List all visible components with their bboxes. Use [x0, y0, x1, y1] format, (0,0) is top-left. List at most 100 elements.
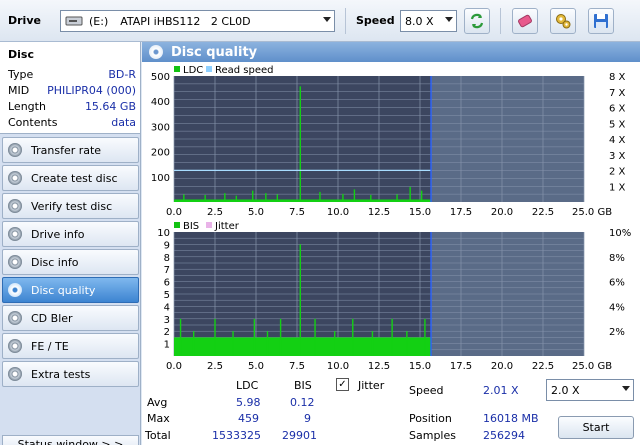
y-tick-label: 300 [151, 122, 170, 133]
toolbar-divider [345, 8, 346, 34]
bis-bar [424, 318, 426, 356]
speed-stat-value: 2.01 X [483, 384, 519, 397]
stats-bis-total: 29901 [282, 429, 317, 442]
y-tick-label: 7 [164, 265, 170, 276]
gears-icon [556, 14, 571, 29]
y2-tick-label: 4 X [609, 135, 626, 146]
y2-tick-label: 8 X [609, 72, 626, 83]
drive-name: ATAPI iHBS112 2 CL0D [120, 14, 251, 28]
disc-row-mid: MID PHILIPR04 (000) [8, 84, 136, 99]
disc-icon [8, 311, 22, 325]
nav-drive-info[interactable]: Drive info [2, 221, 139, 247]
nav-label: Drive info [31, 227, 85, 241]
ldc-bar [409, 186, 411, 202]
y2-tick-label: 8% [609, 253, 625, 264]
nav-label: FE / TE [31, 339, 69, 353]
erase-button[interactable] [512, 8, 538, 34]
disc-row-label: Contents [8, 116, 58, 129]
nav-disc-info[interactable]: Disc info [2, 249, 139, 275]
panel-header: Disc quality [142, 42, 640, 62]
nav-extra-tests[interactable]: Extra tests [2, 361, 139, 387]
y-tick-label: 6 [164, 278, 170, 289]
refresh-button[interactable] [464, 8, 490, 34]
bis-bar [214, 318, 216, 356]
legend-label: Read speed [215, 65, 274, 76]
disc-icon [8, 199, 22, 213]
x-tick-label: 22.5 [532, 361, 554, 372]
x-tick-label: 7.5 [289, 207, 305, 218]
legend-swatch [174, 222, 180, 228]
disc-icon [8, 227, 22, 241]
save-button[interactable] [588, 8, 614, 34]
y-tick-label: 400 [151, 97, 170, 108]
x-tick-label: 5.0 [248, 361, 264, 372]
nav-transfer-rate[interactable]: Transfer rate [2, 137, 139, 163]
bis-bar [391, 318, 393, 356]
ldc-bar [174, 199, 431, 202]
y2-tick-label: 3 X [609, 151, 626, 162]
bis-bar [314, 318, 316, 356]
nav-verify-test-disc[interactable]: Verify test disc [2, 193, 139, 219]
ldc-bar [183, 194, 185, 202]
test-speed-value: 2.0 X [551, 383, 580, 397]
disc-quality-icon [149, 45, 163, 59]
x-tick-label: 0.0 [166, 361, 182, 372]
position-label: Position [409, 412, 452, 425]
disc-row-value: PHILIPR04 (000) [47, 84, 136, 97]
start-button[interactable]: Start [558, 416, 634, 439]
test-speed-select[interactable]: 2.0 X [546, 379, 634, 401]
nav-label: Disc quality [31, 283, 96, 297]
jitter-checkbox[interactable]: ✓ [336, 378, 349, 391]
options-button[interactable] [550, 8, 576, 34]
nav-create-test-disc[interactable]: Create test disc [2, 165, 139, 191]
y-tick-label: 4 [164, 302, 170, 313]
refresh-icon [470, 13, 484, 29]
legend-label: LDC [183, 65, 203, 76]
drive-icon [65, 16, 83, 26]
disc-row-type: Type BD-R [8, 68, 136, 83]
nav-label: CD Bler [31, 311, 73, 325]
y-tick-label: 9 [164, 240, 170, 251]
ldc-bar [276, 194, 279, 202]
nav-disc-quality[interactable]: Disc quality [2, 277, 139, 303]
disc-row-length: Length 15.64 GB [8, 100, 136, 115]
disc-title: Disc [8, 48, 34, 61]
ldc-bar [204, 194, 206, 202]
bis-bar [406, 331, 408, 356]
drive-letter: (E:) [89, 14, 109, 28]
stats-col-ldc: LDC [236, 379, 259, 392]
disc-row-label: Length [8, 100, 46, 113]
bis-chart: BIS Jitter 1 23 456 78 910 2% 4% 6% 8% 10% 0.0 2.5 5.0… [157, 221, 631, 372]
nav-cd-bler[interactable]: CD Bler [2, 305, 139, 331]
ldc-bar [353, 189, 356, 202]
x-tick-label: 20.0 [491, 207, 513, 218]
chevron-down-icon [323, 17, 331, 22]
speed-select[interactable]: 8.0 X [400, 10, 457, 32]
ldc-bar [370, 194, 372, 202]
legend-swatch [174, 66, 180, 72]
drive-select[interactable]: (E:) ATAPI iHBS112 2 CL0D [60, 10, 335, 32]
disc-row-contents: Contents data [8, 116, 136, 131]
sidebar: Disc Type BD-R MID PHILIPR04 (000) Length 1… [0, 42, 141, 445]
y2-tick-label: 4% [609, 302, 625, 313]
nav-fe-te[interactable]: FE / TE [2, 333, 139, 359]
status-window-button[interactable]: Status window > > [2, 435, 139, 445]
y2-tick-label: 2 X [609, 167, 626, 178]
y-tick-label: 5 [164, 290, 170, 301]
disc-info-box: Disc Type BD-R MID PHILIPR04 (000) Length 1… [0, 42, 140, 134]
stats-bis-avg: 0.12 [290, 396, 315, 409]
x-tick-label: 22.5 [532, 207, 554, 218]
y2-tick-label: 1 X [609, 182, 626, 193]
disc-icon [8, 171, 22, 185]
chevron-down-icon [445, 17, 453, 22]
x-tick-label: 15.0 [409, 361, 431, 372]
nav-label: Transfer rate [31, 143, 102, 157]
y2-tick-label: 5 X [609, 119, 626, 130]
disc-icon [8, 339, 22, 353]
disc-icon [8, 367, 22, 381]
bis-bar [279, 318, 282, 356]
y-tick-label: 2 [164, 327, 170, 338]
bis-bar [253, 318, 256, 356]
x-tick-label: 2.5 [207, 361, 223, 372]
bis-bar [334, 331, 336, 356]
